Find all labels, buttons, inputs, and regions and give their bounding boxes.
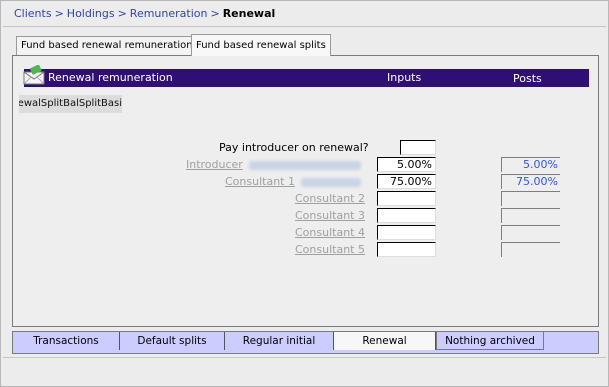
introducer-link[interactable]: Introducer xyxy=(186,158,243,171)
breadcrumb-divider xyxy=(3,26,606,27)
redacted-name xyxy=(248,160,361,170)
consultant-1-link[interactable]: Consultant 1 xyxy=(225,175,295,188)
introducer-post: 5.00% xyxy=(501,157,560,172)
consultant-2-input[interactable] xyxy=(377,191,436,206)
redacted-name xyxy=(300,177,361,187)
split-basis-label: RenewalSplitBasisRenewalSplitBalSplitBas… xyxy=(19,95,122,113)
introducer-input[interactable] xyxy=(377,157,436,172)
consultant-4-post xyxy=(501,225,560,240)
consultant-1-input[interactable] xyxy=(377,174,436,189)
consultant-3-post xyxy=(501,208,560,223)
pay-introducer-question: Pay introducer on renewal? xyxy=(219,141,369,154)
tab-fund-based-renewal-remuneration[interactable]: Fund based renewal remuneration xyxy=(16,36,196,55)
consultant-5-link[interactable]: Consultant 5 xyxy=(295,243,365,256)
consultant-5-input[interactable] xyxy=(377,242,436,257)
consultant-2-link[interactable]: Consultant 2 xyxy=(295,192,365,205)
tab-fund-based-renewal-splits[interactable]: Fund based renewal splits xyxy=(191,34,331,56)
consultant-4-input[interactable] xyxy=(377,225,436,240)
section-header: Renewal remuneration Inputs Posts xyxy=(23,65,589,87)
breadcrumb-separator: > xyxy=(54,7,64,20)
consultant-5-post xyxy=(501,242,560,257)
split-basis-text: RenewalSplitBasisRenewalSplitBalSplitBas… xyxy=(19,98,122,109)
breadcrumb-clients[interactable]: Clients xyxy=(14,7,52,20)
bottom-tab-bar: Transactions Default splits Regular init… xyxy=(12,331,599,354)
consultant-4-link[interactable]: Consultant 4 xyxy=(295,226,365,239)
consultant-3-link[interactable]: Consultant 3 xyxy=(295,209,365,222)
tab-default-splits[interactable]: Default splits xyxy=(120,332,225,350)
introducer-label: Introducer xyxy=(186,158,361,171)
consultant-1-label: Consultant 1 xyxy=(225,175,361,188)
pay-introducer-input[interactable] xyxy=(400,140,436,155)
tab-transactions[interactable]: Transactions xyxy=(13,332,120,350)
envelope-icon xyxy=(23,65,45,85)
breadcrumb-remuneration[interactable]: Remuneration xyxy=(130,7,208,20)
window-frame: Clients > Holdings > Remuneration > Renewal Fu… xyxy=(0,0,609,387)
tab-regular-initial[interactable]: Regular initial xyxy=(225,332,334,350)
tab-nothing-archived[interactable]: Nothing archived xyxy=(436,332,544,350)
breadcrumb: Clients > Holdings > Remuneration > Renewal xyxy=(14,7,275,20)
breadcrumb-separator: > xyxy=(210,7,220,20)
tab-renewal[interactable]: Renewal xyxy=(334,332,436,350)
consultant-3-input[interactable] xyxy=(377,208,436,223)
breadcrumb-current: Renewal xyxy=(222,7,276,20)
consultant-2-post xyxy=(501,191,560,206)
breadcrumb-separator: > xyxy=(117,7,127,20)
consultant-1-post: 75.00% xyxy=(501,174,560,189)
section-title: Renewal remuneration xyxy=(48,71,173,84)
column-header-inputs: Inputs xyxy=(387,71,422,84)
column-header-posts: Posts xyxy=(513,72,542,85)
breadcrumb-holdings[interactable]: Holdings xyxy=(67,7,115,20)
status-divider xyxy=(3,357,606,358)
